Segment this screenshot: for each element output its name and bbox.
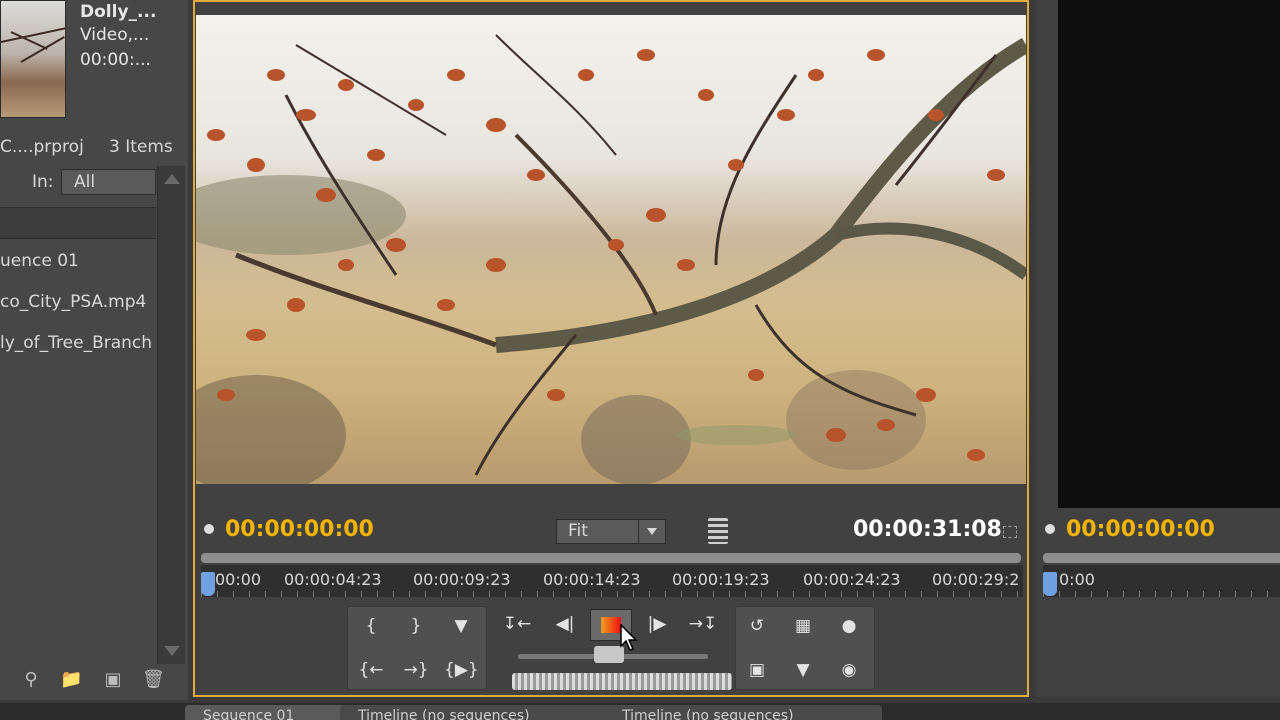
project-list-item[interactable]: uence 01 xyxy=(0,241,156,281)
zoom-scroll-bar[interactable] xyxy=(201,553,1021,563)
lift-icon[interactable]: ▣ xyxy=(740,655,774,685)
ruler-label: 00:00:19:23 xyxy=(672,570,770,589)
scroll-down-icon[interactable] xyxy=(164,646,180,656)
step-forward-icon[interactable]: |▶ xyxy=(640,609,674,639)
in-filter-select[interactable]: All xyxy=(61,169,156,195)
ruler-label: 00:00:24:23 xyxy=(803,570,901,589)
mark-out-icon[interactable]: } xyxy=(399,611,433,641)
ruler-label: 00:00:09:23 xyxy=(413,570,511,589)
new-item-icon[interactable]: ▣ xyxy=(102,670,124,690)
clip-duration: 00:00:... xyxy=(80,50,151,70)
clip-type: Video,... xyxy=(80,25,150,45)
project-scrollbar[interactable] xyxy=(157,166,185,666)
program-timecode[interactable]: 00:00:00:00 xyxy=(225,517,374,542)
clip-name: Dolly_... xyxy=(80,2,157,22)
marker-icon[interactable] xyxy=(1045,524,1055,534)
zoom-select[interactable]: Fit xyxy=(556,519,666,544)
add-marker-icon[interactable]: ▼ xyxy=(444,611,478,641)
ruler-label: 00:00:29:2 xyxy=(932,570,1020,589)
list-header xyxy=(0,207,156,239)
marker-button-group: { } ▼ {← →} {▶} xyxy=(347,606,487,690)
step-back-icon[interactable]: ◀| xyxy=(548,609,582,639)
mouse-cursor-icon xyxy=(620,624,638,651)
ruler-label: 0:00 xyxy=(1059,570,1095,589)
project-list-item[interactable]: co_City_PSA.mp4 xyxy=(0,282,156,322)
play-in-to-out-icon[interactable]: {▶} xyxy=(444,655,479,685)
tab-sequence[interactable]: Sequence 01 xyxy=(185,705,353,720)
project-toolbar: ⚲ 📁 ▣ 🗑 xyxy=(0,664,188,696)
settings-icon[interactable] xyxy=(1003,526,1017,538)
export-frame-icon[interactable]: ◉ xyxy=(832,655,866,685)
output-icon[interactable]: ● xyxy=(832,611,866,641)
source-playhead[interactable] xyxy=(1043,572,1057,596)
playhead[interactable] xyxy=(201,572,215,596)
go-to-in-icon[interactable]: {← xyxy=(354,655,388,685)
tab-timeline[interactable]: Timeline (no sequences) xyxy=(604,705,882,720)
loop-icon[interactable]: ↺ xyxy=(740,611,774,641)
ruler-label: 00:00:14:23 xyxy=(543,570,641,589)
mark-in-icon[interactable]: { xyxy=(354,611,388,641)
marker-icon[interactable] xyxy=(204,524,214,534)
scroll-up-icon[interactable] xyxy=(164,174,180,184)
source-zoom-scroll-bar[interactable] xyxy=(1043,553,1280,563)
ruler-label: 00:00 xyxy=(215,570,262,589)
delete-icon[interactable]: 🗑 xyxy=(142,670,165,690)
ruler-ticks xyxy=(1043,591,1280,597)
source-timecode[interactable]: 00:00:00:00 xyxy=(1066,517,1215,542)
tab-timeline[interactable]: Timeline (no sequences) xyxy=(340,705,618,720)
film-strip-icon[interactable] xyxy=(708,518,728,544)
program-duration: 00:00:31:08 xyxy=(853,517,1002,542)
item-count: 3 Items xyxy=(109,137,173,157)
go-to-out-icon[interactable]: →} xyxy=(399,655,433,685)
project-name: C....prproj xyxy=(0,137,84,157)
safe-margins-icon[interactable]: ▦ xyxy=(786,611,820,641)
ruler-label: 00:00:04:23 xyxy=(284,570,382,589)
new-bin-icon[interactable]: 📁 xyxy=(60,670,82,690)
shuttle-slider[interactable] xyxy=(512,673,732,690)
output-button-group: ↺ ▦ ● ▣ ▼ ◉ xyxy=(735,606,875,690)
go-to-next-edit-icon[interactable]: →↧ xyxy=(686,609,720,639)
ruler-ticks xyxy=(201,591,1023,597)
time-ruler[interactable]: 00:00 00:00:04:23 00:00:09:23 00:00:14:2… xyxy=(201,565,1023,597)
source-time-ruler[interactable]: 0:00 xyxy=(1043,565,1280,597)
in-filter-label: In: xyxy=(32,172,54,192)
in-filter-value: All xyxy=(74,172,96,192)
extract-icon[interactable]: ▼ xyxy=(786,655,820,685)
video-frame xyxy=(196,15,1026,484)
project-list-item[interactable]: ly_of_Tree_Branch xyxy=(0,323,156,363)
source-video-frame xyxy=(1058,0,1280,508)
search-icon[interactable]: ⚲ xyxy=(20,670,42,690)
go-to-previous-edit-icon[interactable]: ↧← xyxy=(500,609,534,639)
zoom-value: Fit xyxy=(568,521,588,541)
clip-thumbnail[interactable] xyxy=(0,0,66,118)
chevron-down-icon xyxy=(638,520,665,543)
